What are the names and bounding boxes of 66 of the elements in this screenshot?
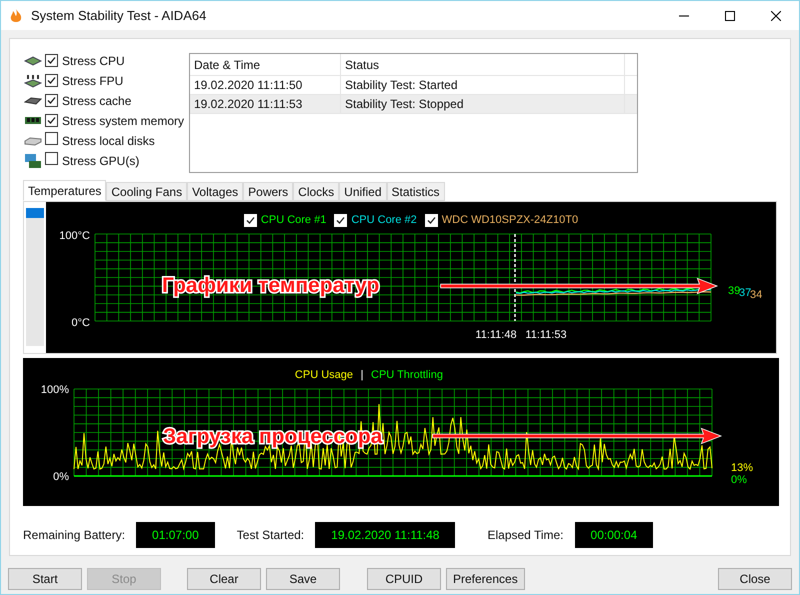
legend-label: WDC WD10SPZX-24Z10T0: [442, 213, 578, 228]
close-icon: [771, 10, 781, 20]
time-label: 11:11:48: [475, 329, 517, 341]
log-row[interactable]: 19.02.2020 11:11:53 Stability Test: Stopped: [190, 95, 637, 114]
dialog-button[interactable]: Close: [718, 568, 792, 590]
dialog-button[interactable]: Preferences: [446, 568, 525, 590]
tab[interactable]: Powers: [243, 182, 294, 201]
dialog-button[interactable]: CPUID: [367, 568, 441, 590]
tab[interactable]: Unified: [339, 182, 387, 201]
flame-icon: [9, 8, 23, 24]
chip-icon: [24, 74, 42, 88]
table-cell: 19.02.2020 11:11:50: [190, 76, 341, 94]
tab[interactable]: Clocks: [293, 182, 340, 201]
status-value: 19.02.2020 11:11:48: [315, 522, 456, 548]
log-row[interactable]: 19.02.2020 11:11:50 Stability Test: Started: [190, 76, 637, 95]
stress-option-label: Stress local disks: [62, 133, 155, 150]
checkbox[interactable]: [45, 114, 58, 127]
tab[interactable]: Statistics: [386, 182, 445, 201]
legend-label: CPU Usage: [294, 369, 353, 381]
stress-option-label: Stress cache: [62, 93, 132, 110]
graphics-card-icon: [24, 153, 42, 169]
table-cell: 19.02.2020 11:11:53: [190, 95, 341, 113]
legend-label: CPU Throttling: [371, 369, 443, 381]
memory-module-icon: [24, 116, 42, 126]
tab[interactable]: Voltages: [187, 182, 244, 201]
status-value: 00:00:04: [574, 522, 654, 548]
legend-label: CPU Core #1: [260, 213, 326, 228]
axis-label: 0°C: [72, 317, 90, 329]
status-label: Remaining Battery:: [23, 527, 126, 544]
tab[interactable]: Cooling Fans: [106, 182, 188, 201]
checkbox[interactable]: [45, 152, 58, 165]
table-cell: Stability Test: Started: [341, 76, 625, 94]
checkbox[interactable]: [45, 94, 58, 107]
axis-label: 100%: [40, 384, 69, 396]
maximize-icon: [725, 10, 735, 20]
dialog-button[interactable]: Start: [8, 568, 82, 590]
temperature-reading: 39: [728, 285, 740, 297]
stress-option-label: Stress GPU(s): [62, 153, 140, 170]
stress-option-label: Stress FPU: [62, 73, 124, 90]
status-label: Elapsed Time:: [487, 527, 564, 544]
dialog-button[interactable]: Clear: [187, 568, 261, 590]
column-header[interactable]: Date & Time: [190, 54, 341, 75]
dialog-button[interactable]: Save: [266, 568, 340, 590]
legend-label: CPU Core #2: [351, 213, 417, 228]
status-value: 01:07:00: [136, 522, 215, 548]
tab[interactable]: Temperatures: [23, 180, 106, 201]
checkbox[interactable]: [45, 74, 58, 87]
axis-label: 100°C: [59, 230, 90, 242]
temperature-reading: 37: [739, 287, 752, 299]
column-header[interactable]: Status: [341, 54, 625, 75]
window-title: System Stability Test - AIDA64: [31, 6, 206, 25]
disk-drive-icon: [24, 136, 42, 146]
status-label: Test Started:: [236, 527, 304, 544]
chip-icon: [24, 56, 42, 66]
cpu-reading: 0%: [731, 474, 747, 486]
checkbox[interactable]: [45, 54, 58, 67]
chip-icon: [24, 96, 42, 106]
checkbox[interactable]: [45, 132, 58, 145]
time-label: 11:11:53: [525, 329, 567, 341]
temperature-reading: 34: [750, 289, 762, 301]
legend-separator: |: [360, 369, 364, 381]
cpu-reading: 13%: [731, 462, 754, 474]
table-cell: Stability Test: Stopped: [341, 95, 625, 113]
stress-option-label: Stress CPU: [62, 53, 125, 70]
stress-option-label: Stress system memory: [62, 113, 184, 130]
axis-label: 0%: [53, 471, 69, 483]
